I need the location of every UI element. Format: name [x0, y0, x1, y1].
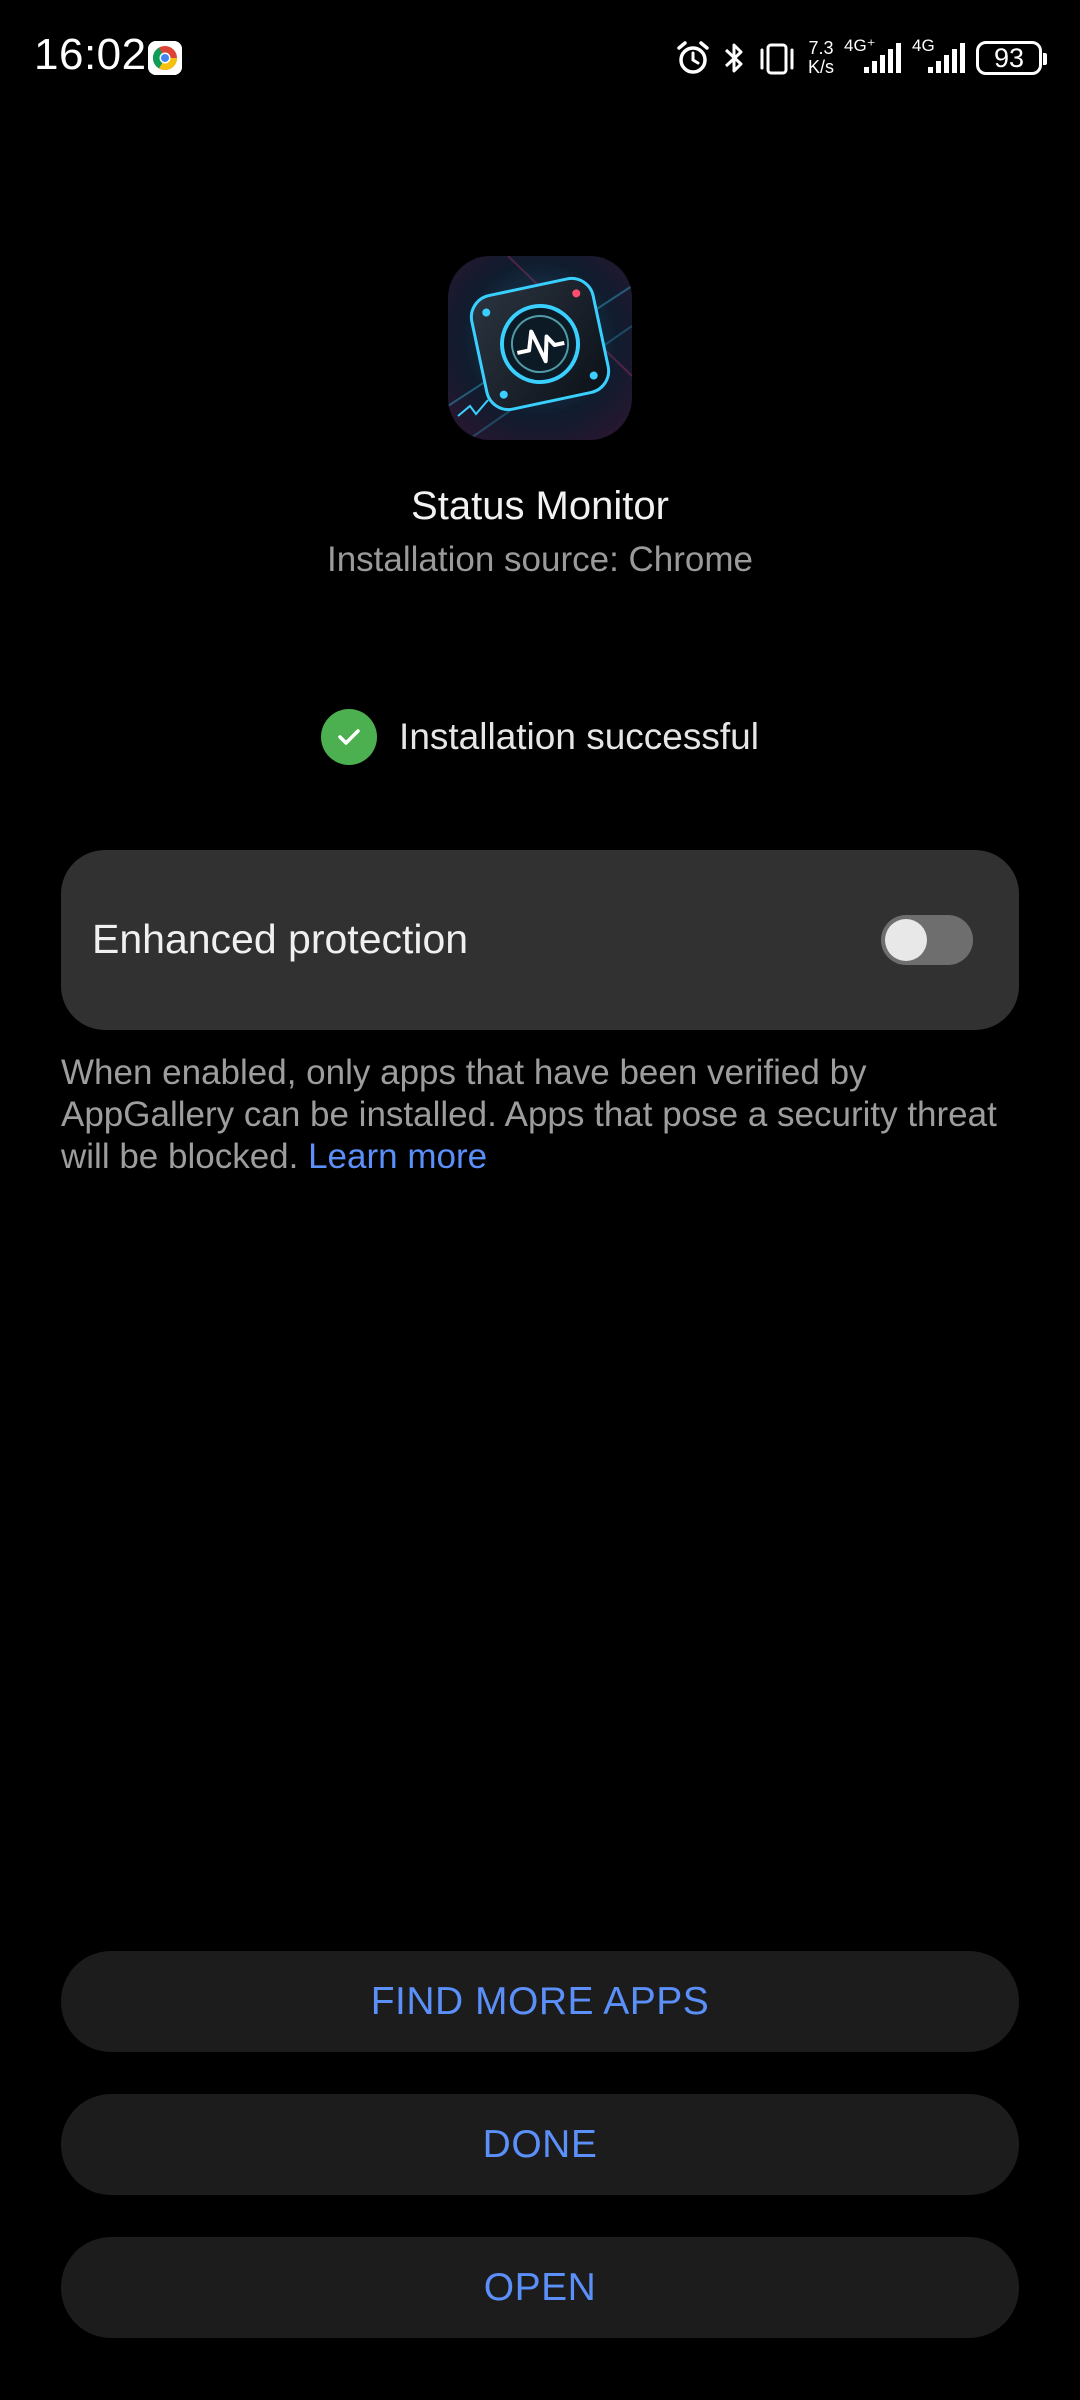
network-speed-value: 7.3: [808, 38, 834, 58]
install-status-text: Installation successful: [399, 716, 759, 757]
battery-icon: 93: [976, 41, 1047, 75]
description-text: When enabled, only apps that have been v…: [61, 1053, 997, 1176]
sim2-network-type: 4G: [912, 36, 935, 55]
sim1-signal-icon: 4G⁺: [844, 36, 902, 77]
find-more-apps-button[interactable]: FIND MORE APPS: [61, 1951, 1019, 2052]
app-name: Status Monitor: [411, 484, 669, 528]
toggle-knob: [885, 919, 927, 961]
enhanced-protection-toggle[interactable]: [881, 915, 973, 965]
bluetooth-icon: [722, 39, 746, 77]
sim2-signal-icon: 4G: [912, 36, 966, 77]
sim1-network-type: 4G⁺: [844, 36, 876, 55]
chrome-notification-icon: [148, 41, 182, 75]
alarm-icon: [674, 39, 712, 77]
install-status: Installation successful: [0, 709, 1080, 765]
status-time: 16:02: [34, 30, 147, 79]
enhanced-protection-label: Enhanced protection: [92, 916, 469, 962]
enhanced-protection-card: Enhanced protection: [61, 850, 1019, 1030]
vibrate-icon: [756, 39, 798, 77]
install-source: Installation source: Chrome: [326, 540, 754, 579]
install-result-screen: 16:02 7.3 K/s 4G⁺ 4G 93 Status Monitor I…: [0, 0, 1080, 2400]
status-bar: 16:02 7.3 K/s 4G⁺ 4G 93: [0, 0, 1080, 116]
status-icons: 7.3 K/s 4G⁺ 4G 93: [674, 34, 1047, 82]
done-button[interactable]: DONE: [61, 2094, 1019, 2195]
network-speed: 7.3 K/s: [808, 39, 834, 77]
learn-more-link[interactable]: Learn more: [308, 1137, 487, 1176]
enhanced-protection-description: When enabled, only apps that have been v…: [61, 1052, 1021, 1178]
check-circle-icon: [321, 709, 378, 765]
app-icon: [448, 256, 632, 440]
battery-level: 93: [993, 42, 1025, 73]
network-speed-unit: K/s: [807, 57, 834, 77]
open-button[interactable]: OPEN: [61, 2237, 1019, 2338]
